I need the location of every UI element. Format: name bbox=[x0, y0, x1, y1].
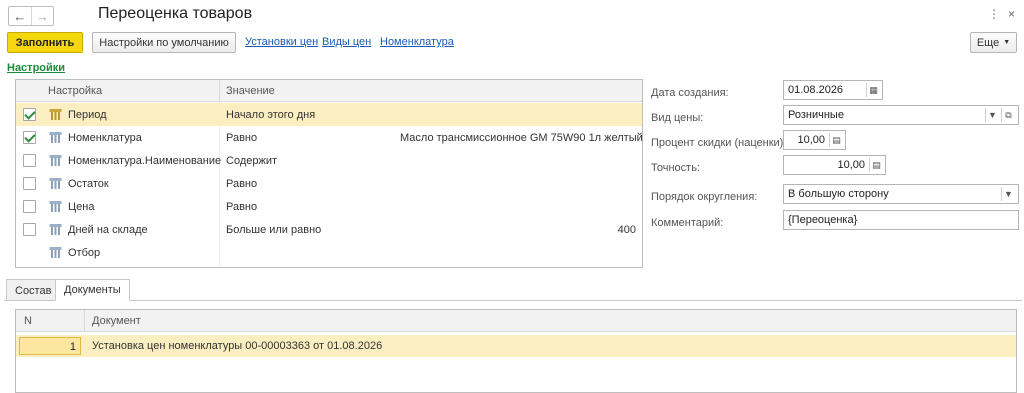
setting-name: Номенклатура.Наименование bbox=[68, 155, 222, 167]
back-arrow-icon[interactable]: ← bbox=[9, 7, 31, 25]
row-checkbox[interactable] bbox=[23, 200, 36, 213]
setting-operator: Содержит bbox=[226, 155, 278, 167]
nav-buttons: ← → bbox=[8, 6, 54, 26]
row-checkbox[interactable] bbox=[23, 154, 36, 167]
settings-row-nomenclature[interactable]: Номенклатура Равно Масло трансмиссионное… bbox=[16, 126, 642, 149]
price-types-link[interactable]: Виды цен bbox=[322, 36, 371, 48]
page-title: Переоценка товаров bbox=[98, 5, 253, 22]
field-icon bbox=[49, 247, 62, 258]
field-icon bbox=[49, 132, 62, 143]
discount-value: 10,00 bbox=[797, 134, 825, 146]
calendar-icon[interactable]: ▦ bbox=[866, 83, 880, 97]
calculator-icon[interactable]: ▤ bbox=[869, 158, 883, 172]
field-icon bbox=[49, 224, 62, 235]
field-icon bbox=[49, 155, 62, 166]
tab-composition[interactable]: Состав bbox=[6, 279, 61, 301]
row-number: 1 bbox=[19, 337, 81, 355]
setting-operator: Равно bbox=[226, 201, 258, 213]
tabs-divider bbox=[4, 300, 1022, 301]
setting-value: Масло трансмиссионное GM 75W90 1л желтый bbox=[400, 132, 643, 144]
open-icon[interactable]: ⧉ bbox=[1001, 108, 1015, 122]
row-checkbox[interactable] bbox=[23, 108, 36, 121]
price-type-label: Вид цены: bbox=[651, 112, 704, 124]
settings-section-link[interactable]: Настройки bbox=[7, 62, 65, 74]
price-type-select[interactable]: Розничные ▼ ⧉ bbox=[783, 105, 1019, 125]
setting-operator: Равно bbox=[226, 178, 258, 190]
more-button-label: Еще bbox=[976, 36, 1000, 49]
setting-name: Цена bbox=[68, 201, 95, 213]
date-field[interactable]: 01.08.2026 ▦ bbox=[783, 80, 883, 100]
chevron-down-icon[interactable]: ▼ bbox=[985, 108, 999, 122]
calculator-icon[interactable]: ▤ bbox=[829, 133, 843, 147]
defaults-button[interactable]: Настройки по умолчанию bbox=[92, 32, 236, 53]
setting-name: Номенклатура bbox=[68, 132, 142, 144]
documents-table: N Документ 1 Установка цен номенклатуры … bbox=[15, 309, 1017, 393]
column-header-n[interactable]: N bbox=[24, 315, 32, 327]
row-checkbox[interactable] bbox=[23, 223, 36, 236]
settings-row-balance[interactable]: Остаток Равно bbox=[16, 172, 642, 195]
settings-row-nomenclature-name[interactable]: Номенклатура.Наименование Содержит bbox=[16, 149, 642, 172]
settings-table: Настройка Значение Период Начало этого д… bbox=[15, 79, 643, 268]
column-header-value[interactable]: Значение bbox=[226, 85, 275, 97]
row-checkbox[interactable] bbox=[23, 177, 36, 190]
setting-operator: Равно bbox=[226, 132, 258, 144]
setting-value: 400 bbox=[617, 224, 636, 236]
settings-row-days-in-stock[interactable]: Дней на складе Больше или равно 400 bbox=[16, 218, 642, 241]
table-row[interactable]: 1 Установка цен номенклатуры 00-00003363… bbox=[16, 335, 1016, 357]
setting-operator: Начало этого дня bbox=[226, 109, 316, 121]
setting-name: Остаток bbox=[68, 178, 109, 190]
discount-field[interactable]: 10,00 ▤ bbox=[783, 130, 846, 150]
more-menu-icon[interactable]: ⋮ bbox=[988, 7, 1000, 21]
comment-label: Комментарий: bbox=[651, 217, 724, 229]
precision-label: Точность: bbox=[651, 162, 700, 174]
chevron-down-icon[interactable]: ▼ bbox=[1001, 187, 1015, 201]
tab-documents[interactable]: Документы bbox=[55, 279, 130, 301]
price-settings-link[interactable]: Установки цен bbox=[245, 36, 318, 48]
setting-operator: Больше или равно bbox=[226, 224, 322, 236]
rounding-label: Порядок округления: bbox=[651, 191, 758, 203]
date-value: 01.08.2026 bbox=[788, 84, 844, 96]
rounding-value: В большую сторону bbox=[788, 188, 889, 200]
nomenclature-link[interactable]: Номенклатура bbox=[380, 36, 454, 48]
comment-value: {Переоценка} bbox=[788, 214, 858, 226]
field-icon bbox=[49, 178, 62, 189]
more-button[interactable]: Еще ▼ bbox=[970, 32, 1017, 53]
chevron-down-icon: ▼ bbox=[1003, 39, 1011, 46]
row-checkbox[interactable] bbox=[23, 131, 36, 144]
field-icon bbox=[49, 201, 62, 212]
precision-field[interactable]: 10,00 ▤ bbox=[783, 155, 886, 175]
column-header-document[interactable]: Документ bbox=[92, 315, 141, 327]
forward-arrow-icon[interactable]: → bbox=[30, 7, 54, 25]
settings-row-price[interactable]: Цена Равно bbox=[16, 195, 642, 218]
column-header-setting[interactable]: Настройка bbox=[48, 85, 102, 97]
document-name: Установка цен номенклатуры 00-00003363 о… bbox=[92, 340, 383, 352]
settings-row-filter[interactable]: Отбор bbox=[16, 241, 642, 264]
setting-name: Период bbox=[68, 109, 107, 121]
date-label: Дата создания: bbox=[651, 87, 729, 99]
field-icon bbox=[49, 109, 62, 120]
setting-name: Отбор bbox=[68, 247, 101, 259]
setting-name: Дней на складе bbox=[68, 224, 148, 236]
settings-table-header: Настройка Значение bbox=[16, 80, 642, 102]
comment-field[interactable]: {Переоценка} bbox=[783, 210, 1019, 230]
fill-button[interactable]: Заполнить bbox=[7, 32, 83, 53]
rounding-select[interactable]: В большую сторону ▼ bbox=[783, 184, 1019, 204]
precision-value: 10,00 bbox=[837, 159, 865, 171]
settings-row-period[interactable]: Период Начало этого дня bbox=[16, 103, 642, 126]
discount-label: Процент скидки (наценки): bbox=[651, 137, 787, 149]
price-type-value: Розничные bbox=[788, 109, 844, 121]
documents-table-header: N Документ bbox=[16, 310, 1016, 332]
close-icon[interactable]: × bbox=[1008, 7, 1015, 21]
